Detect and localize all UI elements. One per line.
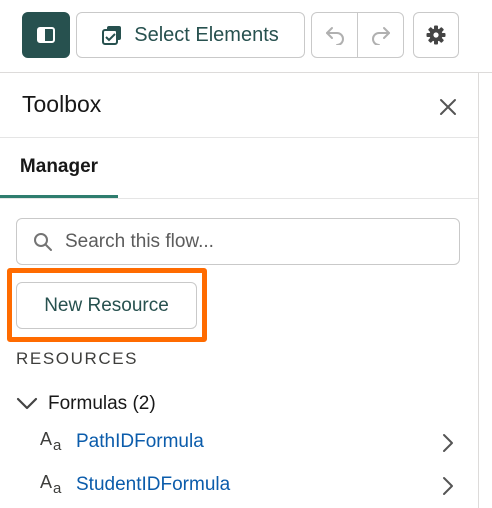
toolbar: Select Elements [0,0,492,73]
undo-icon [325,27,344,45]
formulas-group-label: Formulas (2) [48,393,156,414]
list-item[interactable]: Aa PathIDFormula [38,427,478,457]
redo-button[interactable] [357,12,404,58]
new-resource-button[interactable]: New Resource [16,282,197,329]
search-box[interactable] [16,218,460,265]
list-item[interactable]: Aa StudentIDFormula [38,470,478,500]
chevron-down-icon [16,397,38,410]
select-elements-button[interactable]: Select Elements [76,12,305,58]
toolbox-panel: Toolbox Manager New Resource RESOURCES F… [0,73,479,508]
tab-bar: Manager [0,138,478,199]
settings-button[interactable] [413,12,459,58]
panel-header: Toolbox [0,73,478,138]
chevron-right-icon [443,477,453,495]
close-icon [440,99,456,115]
search-icon [34,232,52,251]
toggle-toolbox-button[interactable] [22,12,70,58]
panel-title: Toolbox [22,91,102,117]
close-panel-button[interactable] [436,95,460,119]
search-input[interactable] [63,229,427,254]
select-elements-icon [102,26,122,45]
resources-section-label: RESOURCES [16,349,139,368]
select-elements-label: Select Elements [134,23,279,46]
redo-icon [371,27,390,45]
tab-manager[interactable]: Manager [0,138,118,198]
text-aa-icon: Aa [40,429,62,454]
gear-icon [426,25,446,45]
formulas-group-toggle[interactable]: Formulas (2) [16,391,156,417]
chevron-right-icon [443,434,453,452]
panel-left-icon [37,27,55,43]
resource-item-label: PathIDFormula [76,431,204,452]
text-aa-icon: Aa [40,472,62,497]
undo-button[interactable] [311,12,358,58]
resource-item-label: StudentIDFormula [76,474,231,495]
